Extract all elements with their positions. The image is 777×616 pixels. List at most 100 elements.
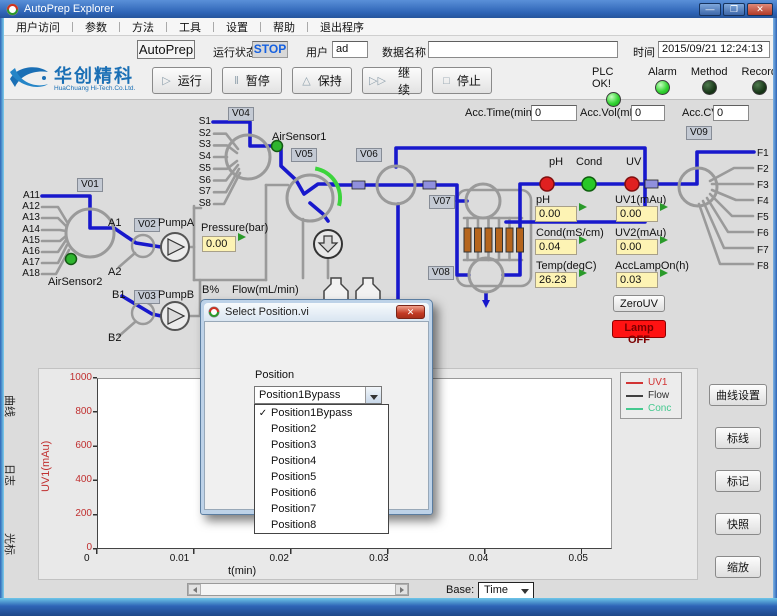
zero-uv-button[interactable]: ZeroUV: [613, 295, 665, 312]
chart-h-scrollbar[interactable]: [187, 583, 409, 596]
position-option[interactable]: Position8: [255, 517, 388, 533]
maximize-button[interactable]: ❐: [723, 3, 745, 16]
ph-readout-label: pH: [536, 194, 550, 206]
port-label-s: S7: [191, 186, 211, 198]
cond-sensor-dot: [582, 177, 596, 191]
indicator-label: Method: [691, 66, 728, 78]
x-tick-labels: 00.010.020.030.040.05: [84, 553, 588, 564]
transport-button[interactable]: □ 停止: [432, 67, 492, 94]
position-option[interactable]: Position6: [255, 485, 388, 501]
ph-sensor-label: pH: [549, 156, 563, 168]
menu-item[interactable]: 帮助: [261, 18, 307, 35]
checkmark-icon: ✓: [255, 408, 271, 419]
port-label-a: A11: [16, 190, 40, 201]
acc-cv-field[interactable]: 0: [713, 105, 749, 121]
brand-name-cn: 华创精科: [54, 67, 135, 85]
menu-item[interactable]: 参数: [73, 18, 119, 35]
app-name-box: AutoPrep: [137, 40, 195, 59]
chart-legend: UV1 Flow Conc: [620, 372, 682, 419]
run-status-label: 运行状态: [213, 44, 257, 60]
chart-tool-button[interactable]: 曲线设置: [709, 384, 767, 406]
position-option[interactable]: Position7: [255, 501, 388, 517]
chart-tool-button[interactable]: 快照: [715, 513, 761, 535]
chevron-down-icon: [370, 395, 378, 400]
x-tick-label: 0.01: [170, 553, 189, 564]
free-pointer-icon: [660, 203, 668, 211]
port-label-a: A15: [16, 235, 40, 246]
data-name-field[interactable]: [428, 41, 618, 58]
position-option[interactable]: Position3: [255, 437, 388, 453]
y-tick-label: 600: [75, 440, 92, 451]
menu-item[interactable]: 用户访问: [4, 18, 72, 35]
brand-logo: 华创精科 HuaChuang Hi-Tech.Co.Ltd.: [8, 63, 135, 95]
status-indicator: Record: [742, 66, 777, 107]
window-title: AutoPrep Explorer: [24, 3, 114, 15]
indicator-label: PLC OK!: [592, 66, 634, 90]
position-option-label: Position4: [271, 455, 316, 467]
valve-tag-v02[interactable]: V02: [134, 218, 160, 232]
valve-tag-v06[interactable]: V06: [356, 148, 382, 162]
side-tab[interactable]: 曲线: [2, 395, 18, 417]
data-name-label: 数据名称: [382, 44, 426, 60]
side-tab[interactable]: 日志: [2, 464, 18, 486]
scroll-right-icon[interactable]: [395, 584, 408, 595]
valve-tag-v03[interactable]: V03: [134, 290, 160, 304]
base-dropdown[interactable]: Time: [478, 582, 534, 599]
acc-time-field[interactable]: 0: [531, 105, 577, 121]
menu-item[interactable]: 设置: [214, 18, 260, 35]
uv1-legend-line: [626, 382, 643, 384]
chart-tool-button[interactable]: 标线: [715, 427, 761, 449]
acc-time-label: Acc.Time(min): [465, 107, 535, 119]
port-label-a: A17: [16, 257, 40, 268]
chart-tool-button[interactable]: 缩放: [715, 556, 761, 578]
indicator-led: [655, 80, 670, 95]
position-dropdown-list: ✓ Position1Bypass Position2 Position3 Po…: [254, 404, 389, 534]
lamp-off-button[interactable]: Lamp OFF: [612, 320, 666, 338]
indicator-led: [606, 92, 621, 107]
transport-button[interactable]: ▷▷ 继续: [362, 67, 422, 94]
combobox-dropdown-button[interactable]: [365, 387, 381, 403]
acc-vol-field[interactable]: 0: [631, 105, 665, 121]
menu-item[interactable]: 方法: [120, 18, 166, 35]
chart-tool-button[interactable]: 标记: [715, 470, 761, 492]
valve-tag-v04[interactable]: V04: [228, 107, 254, 121]
status-indicator: PLC OK!: [592, 66, 634, 107]
transport-button[interactable]: △ 保持: [292, 67, 352, 94]
pumps[interactable]: [161, 233, 189, 330]
position-option[interactable]: Position4: [255, 453, 388, 469]
dialog-title: Select Position.vi: [225, 306, 309, 318]
valve-tag-v08[interactable]: V08: [428, 266, 454, 280]
valve-tag-v07[interactable]: V07: [429, 195, 455, 209]
position-option[interactable]: ✓ Position1Bypass: [255, 405, 388, 421]
menu-item[interactable]: 退出程序: [308, 18, 376, 35]
chevron-down-icon: [521, 589, 529, 594]
position-option[interactable]: Position5: [255, 469, 388, 485]
valve-tag-v05[interactable]: V05: [291, 148, 317, 162]
y-tick-label: 400: [75, 474, 92, 485]
position-combobox[interactable]: Position1Bypass: [254, 386, 382, 404]
menu-item[interactable]: 工具: [167, 18, 213, 35]
valve-tag-v09[interactable]: V09: [686, 126, 712, 140]
indicator-bar: PLC OK! Alarm Method Record: [592, 66, 777, 107]
vi-icon: [208, 306, 220, 318]
side-tab[interactable]: 光标: [2, 533, 18, 555]
transport-button[interactable]: ‖ 暂停: [222, 67, 282, 94]
app-window: AutoPrep Explorer — ❐ ✕ 用户访问参数方法工具设置帮助退出…: [0, 0, 777, 616]
minimize-button[interactable]: —: [699, 3, 721, 16]
valve-tag-v01[interactable]: V01: [77, 178, 103, 192]
dialog-close-button[interactable]: ✕: [396, 305, 425, 319]
valve-v04-body[interactable]: [226, 135, 270, 179]
transport-button[interactable]: ▷ 运行: [152, 67, 212, 94]
position-option[interactable]: Position2: [255, 421, 388, 437]
y-tick-labels: 10008006004002000: [60, 372, 92, 553]
free-pointer-icon: [579, 269, 587, 277]
transport-icon: □: [443, 75, 450, 87]
temp-readout-field: 26.23: [535, 272, 577, 288]
valve-v05-body[interactable]: [287, 175, 333, 221]
user-field[interactable]: ad: [332, 41, 368, 58]
close-button[interactable]: ✕: [747, 3, 773, 16]
dialog-body: Position Position1Bypass ✓ Position1Bypa…: [204, 321, 429, 510]
dialog-title-bar[interactable]: Select Position.vi ✕: [204, 303, 429, 321]
position-option-label: Position3: [271, 439, 316, 451]
scroll-left-icon[interactable]: [188, 584, 201, 595]
